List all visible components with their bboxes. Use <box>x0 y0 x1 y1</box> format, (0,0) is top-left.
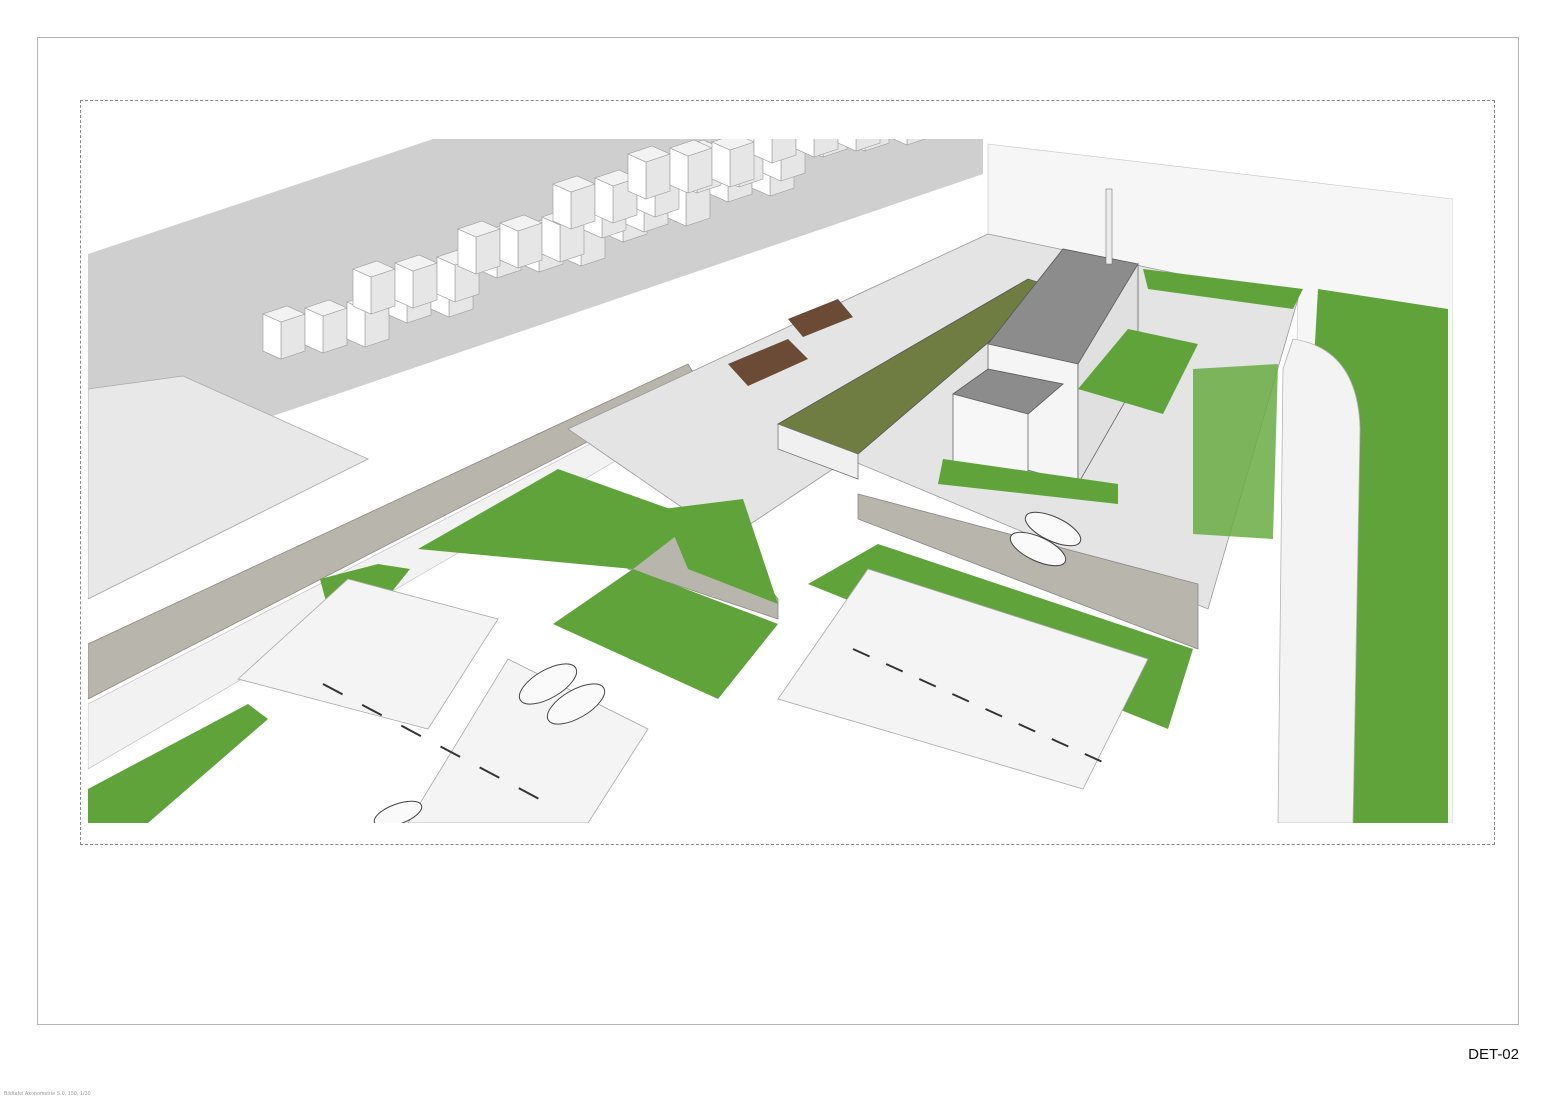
site-plan-svg <box>88 139 1453 823</box>
neighbour-house <box>304 299 348 354</box>
neighbour-house <box>499 214 543 269</box>
chimney <box>1105 188 1113 265</box>
neighbour-house <box>669 139 713 194</box>
neighbour-house <box>262 305 306 360</box>
neighbour-house <box>711 139 755 188</box>
sheet-code-label: DET-02 <box>1468 1046 1519 1063</box>
sheet-footer-note: Bildtafel Axonometrie S.0, 150, 1/30 <box>4 1091 91 1097</box>
neighbour-house <box>552 175 596 230</box>
east-side-lawn <box>1193 364 1278 539</box>
curved-access-road <box>1277 338 1361 823</box>
neighbour-house <box>457 220 501 275</box>
axonometric-render <box>88 139 1453 823</box>
neighbour-house <box>394 254 438 309</box>
neighbour-house <box>627 145 671 200</box>
neighbour-house <box>352 260 396 315</box>
